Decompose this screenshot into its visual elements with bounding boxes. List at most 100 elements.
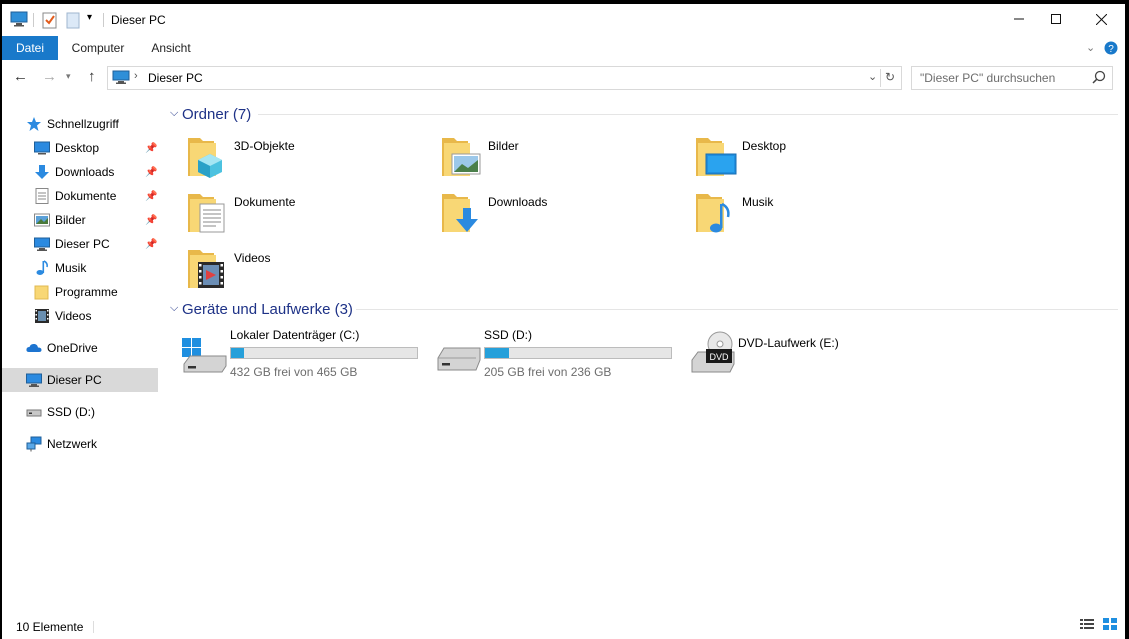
drive-label: SSD (D:): [484, 328, 532, 342]
folder-label: 3D-Objekte: [234, 139, 295, 153]
drive-d[interactable]: SSD (D:) 205 GB frei von 236 GB: [436, 328, 686, 379]
drive-e-dvd[interactable]: DVD DVD-Laufwerk (E:): [690, 328, 940, 378]
recent-locations-icon[interactable]: ▾: [66, 71, 71, 82]
computer-icon: [112, 70, 130, 88]
svg-text:DVD: DVD: [709, 352, 729, 362]
sidebar-item-label: Bilder: [55, 213, 86, 227]
navigation-pane: Schnellzugriff Desktop 📌 Downloads 📌 Dok…: [2, 104, 160, 624]
sidebar-item-ssd[interactable]: SSD (D:): [2, 400, 158, 424]
chevron-down-icon[interactable]: ⌵: [170, 302, 178, 315]
tab-computer[interactable]: Computer: [66, 36, 130, 60]
computer-icon: [26, 372, 42, 388]
ribbon-tabs: Datei Computer Ansicht ⌄ ?: [2, 36, 1125, 60]
sidebar-item-downloads[interactable]: Downloads 📌: [2, 160, 158, 184]
sidebar-item-label: Programme: [55, 285, 118, 299]
divider: [93, 621, 94, 633]
folder-label: Videos: [234, 251, 271, 265]
drive-label: DVD-Laufwerk (E:): [738, 336, 839, 350]
folder-label: Bilder: [488, 139, 519, 153]
drive-c[interactable]: Lokaler Datenträger (C:) 432 GB frei von…: [182, 328, 432, 379]
back-button[interactable]: ←: [13, 68, 28, 85]
storage-bar-fill: [231, 348, 245, 358]
folder-icon: [34, 284, 50, 300]
videos-folder-icon: [186, 246, 230, 290]
folder-downloads[interactable]: Downloads: [440, 190, 690, 242]
address-dropdown-icon[interactable]: ⌄: [868, 70, 877, 83]
sidebar-item-musik[interactable]: Musik: [2, 256, 158, 280]
sidebar-item-label: Netzwerk: [47, 437, 98, 451]
sidebar-item-programme[interactable]: Programme: [2, 280, 158, 304]
documents-folder-icon: [186, 190, 230, 234]
download-arrow-icon: [34, 164, 50, 180]
network-icon: [26, 436, 42, 452]
divider: [103, 13, 104, 27]
tab-ansicht[interactable]: Ansicht: [142, 36, 200, 60]
sidebar-item-dieser-pc[interactable]: Dieser PC: [2, 368, 158, 392]
group-header-ordner[interactable]: ⌵ Ordner (7): [170, 104, 251, 124]
expand-ribbon-icon[interactable]: ⌄: [1086, 41, 1095, 54]
sidebar-item-netzwerk[interactable]: Netzwerk: [2, 432, 158, 456]
3d-cube-folder-icon: [186, 134, 230, 178]
sidebar-item-desktop[interactable]: Desktop 📌: [2, 136, 158, 160]
computer-icon[interactable]: [10, 11, 28, 30]
sidebar-item-label: Downloads: [55, 165, 115, 179]
group-title: Ordner (7): [182, 105, 252, 123]
sidebar-item-dokumente[interactable]: Dokumente 📌: [2, 184, 158, 208]
properties-icon[interactable]: [42, 11, 58, 32]
sidebar-item-label: Dieser PC: [47, 373, 102, 387]
forward-button[interactable]: →: [42, 68, 57, 85]
folder-3d-objekte[interactable]: 3D-Objekte: [186, 134, 436, 186]
window-title: Dieser PC: [111, 13, 166, 27]
pictures-folder-icon: [440, 134, 484, 178]
divider: [356, 309, 1118, 310]
folder-label: Desktop: [742, 139, 787, 153]
maximize-button[interactable]: [1033, 4, 1079, 34]
pin-icon[interactable]: 📌: [145, 215, 157, 226]
drive-icon: [26, 404, 42, 420]
up-button[interactable]: ↑: [88, 68, 96, 85]
status-item-count: 10 Elemente: [16, 620, 84, 634]
view-buttons: [1080, 618, 1118, 633]
folder-bilder[interactable]: Bilder: [440, 134, 690, 186]
divider: [33, 13, 34, 27]
address-bar[interactable]: › Dieser PC ⌄ ↻: [107, 66, 902, 90]
pin-icon[interactable]: 📌: [145, 167, 157, 178]
sidebar-item-bilder[interactable]: Bilder 📌: [2, 208, 158, 232]
folder-desktop[interactable]: Desktop: [694, 134, 944, 186]
pin-icon[interactable]: 📌: [145, 143, 157, 154]
large-icons-view-icon[interactable]: [1103, 618, 1118, 633]
sidebar-item-videos[interactable]: Videos: [2, 304, 158, 328]
drive-icon: [436, 344, 482, 377]
refresh-icon[interactable]: ↻: [885, 70, 895, 84]
document-icon: [34, 188, 50, 204]
search-icon[interactable]: [1092, 70, 1106, 87]
close-button[interactable]: [1078, 4, 1124, 34]
folder-musik[interactable]: Musik: [694, 190, 944, 242]
folder-dokumente[interactable]: Dokumente: [186, 190, 436, 242]
drive-free-space: 432 GB frei von 465 GB: [230, 365, 358, 379]
drive-label: Lokaler Datenträger (C:): [230, 328, 360, 342]
details-view-icon[interactable]: [1080, 618, 1094, 633]
new-folder-icon[interactable]: [66, 11, 80, 32]
folder-videos[interactable]: Videos: [186, 246, 436, 298]
sidebar-item-dieser-pc-pinned[interactable]: Dieser PC 📌: [2, 232, 158, 256]
breadcrumb-chevron-icon[interactable]: ›: [134, 70, 138, 82]
sidebar-item-label: OneDrive: [47, 341, 98, 355]
tab-datei[interactable]: Datei: [2, 36, 58, 60]
picture-icon: [34, 212, 50, 228]
breadcrumb[interactable]: Dieser PC: [148, 71, 203, 85]
help-icon[interactable]: ?: [1104, 41, 1118, 58]
pin-icon[interactable]: 📌: [145, 191, 157, 202]
sidebar-item-schnellzugriff[interactable]: Schnellzugriff: [2, 112, 158, 136]
pin-icon[interactable]: 📌: [145, 239, 157, 250]
downloads-folder-icon: [440, 190, 484, 234]
star-icon: [26, 116, 42, 132]
customize-quick-access-icon[interactable]: ▾: [87, 12, 92, 23]
folder-label: Downloads: [488, 195, 548, 209]
search-input[interactable]: "Dieser PC" durchsuchen: [911, 66, 1113, 90]
sidebar-item-onedrive[interactable]: OneDrive: [2, 336, 158, 360]
chevron-down-icon[interactable]: ⌵: [170, 107, 178, 120]
group-header-geraete[interactable]: ⌵ Geräte und Laufwerke (3): [170, 299, 353, 319]
sidebar-item-label: Desktop: [55, 141, 100, 155]
desktop-icon: [34, 140, 50, 156]
